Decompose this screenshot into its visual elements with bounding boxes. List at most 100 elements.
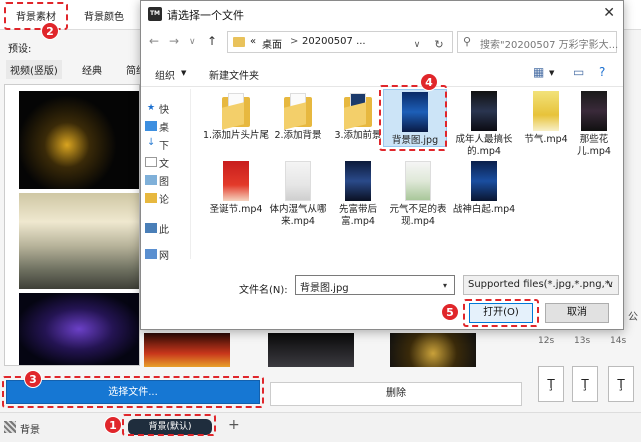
forward-arrow-icon[interactable]: → xyxy=(169,34,179,48)
preset-subtabs: 视频(竖版) 经典 简约 xyxy=(0,58,160,82)
view-options-icon[interactable]: ▦ xyxy=(533,65,544,79)
callout-box-open-button xyxy=(463,299,539,327)
new-folder-button[interactable]: 新建文件夹 xyxy=(209,67,259,82)
file-item[interactable]: 成年人最搞长的.mp4 xyxy=(449,91,519,158)
nav-item-desktop[interactable]: 桌 xyxy=(159,119,169,134)
breadcrumb-folder[interactable]: 20200507 ... xyxy=(302,36,366,47)
ruler-tick: 12s xyxy=(538,336,555,346)
filename-input[interactable]: 背景图.jpg xyxy=(295,275,455,295)
network-icon xyxy=(145,249,157,259)
search-box[interactable]: ⚲ 搜索"20200507 万彩字影大... xyxy=(457,31,619,53)
text-clip-icon[interactable]: Ţ xyxy=(608,366,634,402)
track-label: 背景 xyxy=(20,425,40,436)
filename-label: 文件名(N): xyxy=(239,285,288,296)
view-dropdown-icon[interactable]: ▼ xyxy=(549,69,554,77)
dialog-toolbar: 组织 ▼ 新建文件夹 ▦ ▼ ▭ ? xyxy=(141,59,623,87)
cancel-button[interactable]: 取消 xyxy=(545,303,609,323)
address-bar[interactable]: « 桌面 > 20200507 ... ∨ ↻ xyxy=(227,31,453,53)
side-label: 公 xyxy=(628,312,638,323)
open-file-dialog: TM 请选择一个文件 ✕ ← → ∨ ↑ « 桌面 > 20200507 ...… xyxy=(140,0,624,330)
video-thumbnail xyxy=(345,161,371,201)
organize-dropdown-icon[interactable]: ▼ xyxy=(181,69,186,77)
video-thumbnail xyxy=(223,161,249,201)
preset-thumbnail[interactable] xyxy=(19,193,139,289)
file-item[interactable]: 那些花儿.mp4 xyxy=(565,91,623,158)
preset-thumbnail[interactable] xyxy=(390,333,476,367)
step-badge: 4 xyxy=(420,73,438,91)
callout-box-tab xyxy=(4,2,68,30)
nav-item-quick-access[interactable]: 快 xyxy=(159,101,169,116)
video-thumbnail xyxy=(581,91,607,131)
close-icon[interactable]: ✕ xyxy=(603,5,615,21)
filename-dropdown-icon[interactable]: ▾ xyxy=(443,281,447,290)
address-dropdown-icon[interactable]: ∨ xyxy=(406,34,428,56)
app-icon: TM xyxy=(148,7,162,21)
ruler-tick: 13s xyxy=(574,336,591,346)
history-dropdown-icon[interactable]: ∨ xyxy=(189,37,196,47)
nav-item-folder[interactable]: 论 xyxy=(159,191,169,206)
preset-thumbnail-strip xyxy=(140,333,520,367)
step-badge: 1 xyxy=(104,416,122,434)
preview-pane-icon[interactable]: ▭ xyxy=(573,65,584,79)
file-item[interactable]: 战神白起.mp4 xyxy=(449,161,519,216)
folder-icon xyxy=(233,37,245,47)
step-badge: 2 xyxy=(41,22,59,40)
star-icon: ★ xyxy=(147,103,156,113)
nav-item-pictures[interactable]: 图 xyxy=(159,173,169,188)
pictures-icon xyxy=(145,175,157,185)
timeline-panel: 12s 13s 14s Ţ Ţ Ţ xyxy=(528,332,641,412)
nav-item-documents[interactable]: 文 xyxy=(159,155,169,170)
timeline-track-row: 背景 背景(默认) + xyxy=(0,412,641,442)
preset-thumbnail[interactable] xyxy=(19,91,139,189)
download-icon: ↓ xyxy=(147,137,156,148)
text-clip-icon[interactable]: Ţ xyxy=(538,366,564,402)
file-name: 1.添加片头片尾 xyxy=(202,130,270,141)
tab-background-color[interactable]: 背景颜色 xyxy=(84,8,124,23)
file-type-filter-value: Supported files(*.jpg,*.png,*. xyxy=(468,279,613,290)
preset-thumbnail[interactable] xyxy=(268,333,354,367)
breadcrumb-desktop[interactable]: 桌面 xyxy=(262,36,282,51)
plus-icon[interactable]: + xyxy=(228,417,240,433)
navigation-row: ← → ∨ ↑ « 桌面 > 20200507 ... ∨ ↻ ⚲ 搜索"202… xyxy=(141,29,623,55)
subtab-video-portrait[interactable]: 视频(竖版) xyxy=(6,60,62,79)
file-item[interactable]: 1.添加片头片尾 xyxy=(201,93,271,142)
dialog-titlebar: TM 请选择一个文件 ✕ xyxy=(141,1,623,27)
file-name: 圣诞节.mp4 xyxy=(209,204,263,215)
address-prefix: « xyxy=(250,36,257,47)
this-pc-icon xyxy=(145,223,157,233)
track-pattern-icon xyxy=(4,421,16,433)
preset-thumbnail[interactable] xyxy=(144,333,230,367)
search-icon: ⚲ xyxy=(463,35,472,48)
video-thumbnail xyxy=(471,91,497,131)
refresh-icon[interactable]: ↻ xyxy=(428,34,450,56)
navigation-pane: ★ 快 桌 ↓ 下 文 图 论 此 网 xyxy=(141,89,191,262)
preset-label: 预设: xyxy=(8,44,32,55)
video-thumbnail xyxy=(285,161,311,201)
file-name: 战神白起.mp4 xyxy=(452,204,516,215)
breadcrumb-separator: > xyxy=(290,36,299,47)
search-placeholder: 搜索"20200507 万彩字影大... xyxy=(480,40,619,51)
callout-box-track-clip xyxy=(122,414,216,436)
nav-item-this-pc[interactable]: 此 xyxy=(159,221,169,236)
up-arrow-icon[interactable]: ↑ xyxy=(207,34,217,48)
subtab-classic[interactable]: 经典 xyxy=(82,62,102,77)
file-name: 那些花儿.mp4 xyxy=(577,134,611,157)
preset-thumbnail[interactable] xyxy=(19,293,139,365)
folder-icon xyxy=(344,93,372,130)
file-type-filter[interactable]: Supported files(*.jpg,*.png,*. xyxy=(463,275,619,295)
text-clip-icon[interactable]: Ţ xyxy=(572,366,598,402)
file-item[interactable]: 圣诞节.mp4 xyxy=(201,161,271,216)
desktop-icon xyxy=(145,121,157,131)
preset-thumbnail-list[interactable] xyxy=(4,84,140,366)
nav-item-downloads[interactable]: 下 xyxy=(159,137,169,152)
document-icon xyxy=(145,157,157,167)
delete-button[interactable]: 删除 xyxy=(270,382,522,406)
folder-icon xyxy=(284,93,312,130)
ruler-tick: 14s xyxy=(610,336,627,346)
file-item[interactable]: 元气不足的表现.mp4 xyxy=(383,161,453,228)
back-arrow-icon[interactable]: ← xyxy=(149,34,159,48)
help-icon[interactable]: ? xyxy=(599,65,605,79)
organize-menu[interactable]: 组织 xyxy=(155,67,175,82)
nav-item-network[interactable]: 网 xyxy=(159,247,169,262)
filename-row: 文件名(N): 背景图.jpg ▾ Supported files(*.jpg,… xyxy=(141,273,623,299)
